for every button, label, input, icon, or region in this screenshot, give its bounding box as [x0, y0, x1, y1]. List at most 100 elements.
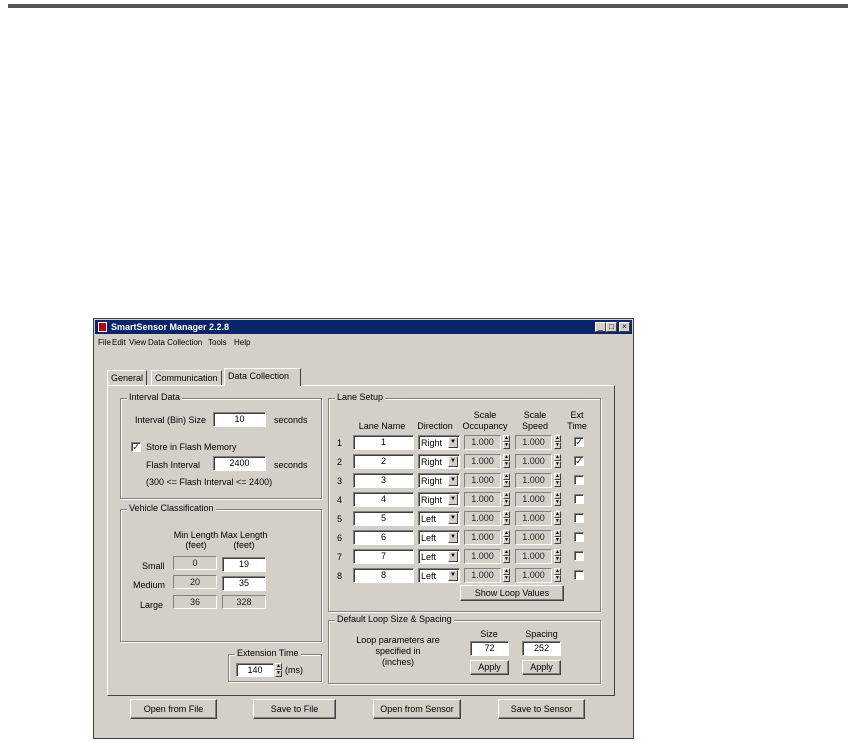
ext-time-checkbox[interactable] — [574, 551, 584, 561]
scale-speed-input[interactable]: 1.000 — [515, 530, 552, 545]
scale-occupancy-input[interactable]: 1.000 — [464, 530, 501, 545]
loop-size-apply-button[interactable]: Apply — [470, 660, 509, 675]
title-bar[interactable]: SmartSensor Manager 2.2.8 _ □ × — [95, 320, 632, 334]
scale-speed-spinner[interactable]: ▲ ▼ — [554, 549, 561, 564]
ext-time-checkbox[interactable] — [574, 570, 584, 580]
scale-occupancy-spinner[interactable]: ▲ ▼ — [503, 473, 510, 488]
lane-name-input[interactable]: 4 — [353, 492, 414, 507]
menu-edit[interactable]: Edit — [112, 338, 126, 347]
loop-size-input[interactable]: 72 — [470, 641, 509, 656]
direction-select[interactable]: Right ▼ — [418, 473, 460, 488]
scale-speed-spinner[interactable]: ▲ ▼ — [554, 473, 561, 488]
tab-data-collection[interactable]: Data Collection — [224, 368, 301, 386]
chevron-down-icon[interactable]: ▼ — [448, 475, 458, 486]
ext-time-checkbox[interactable] — [574, 532, 584, 542]
lane-name-input[interactable]: 3 — [353, 473, 414, 488]
lane-name-header: Lane Name — [358, 421, 406, 431]
lane-name-input[interactable]: 7 — [353, 549, 414, 564]
scale-occupancy-spinner[interactable]: ▲ ▼ — [503, 454, 510, 469]
chevron-down-icon[interactable]: ▼ — [448, 551, 458, 562]
save-to-sensor-button[interactable]: Save to Sensor — [498, 699, 585, 719]
scale-occupancy-spinner[interactable]: ▲ ▼ — [503, 530, 510, 545]
scale-speed-spinner[interactable]: ▲ ▼ — [554, 492, 561, 507]
menu-view[interactable]: View — [129, 338, 146, 347]
direction-select[interactable]: Right ▼ — [418, 435, 460, 450]
scale-speed-input[interactable]: 1.000 — [515, 549, 552, 564]
ext-time-checkbox[interactable] — [574, 513, 584, 523]
scale-speed-input[interactable]: 1.000 — [515, 568, 552, 583]
direction-select[interactable]: Right ▼ — [418, 454, 460, 469]
minimize-button[interactable]: _ — [595, 322, 606, 332]
menu-bar: File Edit View Data Collection Tools Hel… — [98, 338, 628, 350]
scale-occupancy-spinner[interactable]: ▲ ▼ — [503, 435, 510, 450]
chevron-down-icon[interactable]: ▼ — [448, 494, 458, 505]
scale-occupancy-input[interactable]: 1.000 — [464, 435, 501, 450]
scale-occupancy-spinner[interactable]: ▲ ▼ — [503, 568, 510, 583]
extension-time-spinner[interactable]: ▲ ▼ — [275, 663, 282, 678]
scale-speed-input[interactable]: 1.000 — [515, 473, 552, 488]
ext-time-checkbox[interactable]: ✓ — [574, 437, 584, 447]
extension-time-input[interactable]: 140 — [236, 663, 274, 677]
direction-select[interactable]: Left ▼ — [418, 568, 460, 583]
scale-speed-input[interactable]: 1.000 — [515, 492, 552, 507]
close-button[interactable]: × — [619, 322, 630, 332]
medium-max-length-input[interactable]: 35 — [222, 576, 266, 591]
menu-help[interactable]: Help — [234, 338, 250, 347]
scale-occupancy-input[interactable]: 1.000 — [464, 511, 501, 526]
lane-name-input[interactable]: 8 — [353, 568, 414, 583]
extension-time-group: Extension Time 140 ▲ ▼ (ms) — [228, 648, 322, 682]
scale-occupancy-spinner[interactable]: ▲ ▼ — [503, 549, 510, 564]
scale-speed-input[interactable]: 1.000 — [515, 454, 552, 469]
min-length-header: Min Length — [173, 530, 219, 540]
scale-occupancy-input[interactable]: 1.000 — [464, 549, 501, 564]
store-flash-checkbox[interactable]: ✓ — [131, 442, 141, 452]
chevron-down-icon[interactable]: ▼ — [448, 570, 458, 581]
lane-name-input[interactable]: 2 — [353, 454, 414, 469]
chevron-down-icon[interactable]: ▼ — [448, 437, 458, 448]
scale-speed-spinner[interactable]: ▲ ▼ — [554, 511, 561, 526]
ext-time-checkbox[interactable]: ✓ — [574, 456, 584, 466]
lane-name-input[interactable]: 1 — [353, 435, 414, 450]
chevron-down-icon[interactable]: ▼ — [448, 513, 458, 524]
scale-speed-spinner[interactable]: ▲ ▼ — [554, 530, 561, 545]
scale-speed-spinner[interactable]: ▲ ▼ — [554, 454, 561, 469]
open-from-sensor-button[interactable]: Open from Sensor — [373, 699, 461, 719]
menu-file[interactable]: File — [98, 338, 111, 347]
scale-speed-input[interactable]: 1.000 — [515, 511, 552, 526]
scale-speed-input[interactable]: 1.000 — [515, 435, 552, 450]
small-max-length-input[interactable]: 19 — [222, 557, 266, 572]
interval-size-input[interactable]: 10 — [213, 412, 266, 427]
direction-select[interactable]: Right ▼ — [418, 492, 460, 507]
chevron-down-icon[interactable]: ▼ — [448, 532, 458, 543]
scale-occupancy-input[interactable]: 1.000 — [464, 568, 501, 583]
direction-select[interactable]: Left ▼ — [418, 549, 460, 564]
direction-select[interactable]: Left ▼ — [418, 511, 460, 526]
menu-data-collection[interactable]: Data Collection — [148, 338, 202, 347]
scale-occupancy-input[interactable]: 1.000 — [464, 492, 501, 507]
chevron-down-icon[interactable]: ▼ — [448, 456, 458, 467]
ext-time-checkbox[interactable] — [574, 494, 584, 504]
direction-value: Left — [421, 533, 437, 543]
scale-speed-spinner[interactable]: ▲ ▼ — [554, 435, 561, 450]
lane-row-number: 2 — [337, 457, 343, 467]
maximize-button[interactable]: □ — [606, 322, 617, 332]
tab-communication[interactable]: Communication — [151, 370, 222, 385]
open-from-file-button[interactable]: Open from File — [130, 699, 217, 719]
scale-occupancy-input[interactable]: 1.000 — [464, 473, 501, 488]
lane-row-number: 6 — [337, 533, 343, 543]
lane-name-input[interactable]: 6 — [353, 530, 414, 545]
menu-tools[interactable]: Tools — [208, 338, 227, 347]
save-to-file-button[interactable]: Save to File — [253, 699, 336, 719]
tab-general[interactable]: General — [107, 370, 148, 385]
scale-occupancy-input[interactable]: 1.000 — [464, 454, 501, 469]
show-loop-values-button[interactable]: Show Loop Values — [460, 585, 564, 601]
scale-occupancy-spinner[interactable]: ▲ ▼ — [503, 511, 510, 526]
direction-select[interactable]: Left ▼ — [418, 530, 460, 545]
loop-spacing-apply-button[interactable]: Apply — [522, 660, 561, 675]
flash-interval-input[interactable]: 2400 — [213, 456, 266, 471]
scale-speed-spinner[interactable]: ▲ ▼ — [554, 568, 561, 583]
lane-name-input[interactable]: 5 — [353, 511, 414, 526]
loop-spacing-input[interactable]: 252 — [522, 641, 561, 656]
ext-time-checkbox[interactable] — [574, 475, 584, 485]
scale-occupancy-spinner[interactable]: ▲ ▼ — [503, 492, 510, 507]
